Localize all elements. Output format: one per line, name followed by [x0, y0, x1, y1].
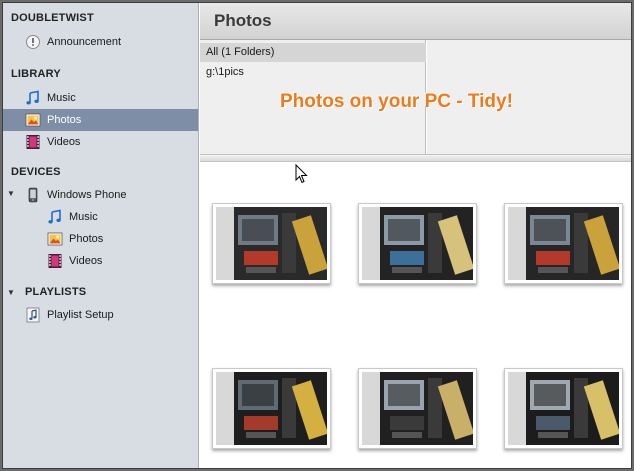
sidebar-item-windows-phone[interactable]: Windows Phone — [3, 184, 198, 206]
photo-image — [508, 207, 619, 280]
mouse-cursor-icon — [295, 164, 308, 184]
doubletwist-window: DOUBLETWIST Announcement LIBRARY Music P… — [2, 2, 632, 469]
page-title: Photos — [214, 11, 272, 30]
thumbnail-grid — [200, 163, 631, 468]
section-devices: DEVICES — [11, 166, 61, 178]
sidebar-item-label: Music — [69, 211, 98, 223]
triangle-down-icon[interactable]: ▼ — [7, 288, 17, 298]
photo-thumbnail[interactable] — [504, 203, 623, 284]
main-panel: Photos All (1 Folders) g:\1pics Photos o… — [200, 3, 631, 468]
playlist-icon — [26, 307, 40, 323]
sidebar-item-playlist-setup[interactable]: Playlist Setup — [3, 304, 198, 326]
sidebar-item-label: Windows Phone — [47, 189, 127, 201]
section-doubletwist: DOUBLETWIST — [11, 12, 94, 24]
photo-image — [362, 207, 473, 280]
sidebar-item-announcement[interactable]: Announcement — [3, 31, 198, 53]
film-strip-icon — [26, 135, 40, 149]
sidebar-item-label: Photos — [47, 114, 82, 126]
photo-thumbnail[interactable] — [358, 203, 477, 284]
sidebar-item-videos[interactable]: Videos — [3, 131, 198, 153]
section-playlists: PLAYLISTS — [25, 286, 87, 298]
photo-image — [216, 372, 327, 445]
film-strip-icon — [48, 254, 62, 268]
sidebar: DOUBLETWIST Announcement LIBRARY Music P… — [3, 3, 199, 468]
sidebar-item-photos[interactable]: Photos — [3, 109, 198, 131]
photo-icon — [47, 232, 63, 246]
photo-thumbnail[interactable] — [212, 368, 331, 449]
folder-row-all[interactable]: All (1 Folders) — [200, 43, 426, 62]
sidebar-item-device-photos[interactable]: Photos — [3, 228, 198, 250]
phone-icon — [28, 187, 38, 203]
photo-image — [508, 372, 619, 445]
sidebar-item-label: Videos — [47, 136, 81, 148]
photo-icon — [25, 113, 41, 127]
section-library: LIBRARY — [11, 68, 61, 80]
sidebar-item-device-music[interactable]: Music — [3, 206, 198, 228]
photo-thumbnail[interactable] — [212, 203, 331, 284]
photo-image — [216, 207, 327, 280]
title-bar: Photos — [200, 3, 631, 40]
folder-row-path[interactable]: g:\1pics — [200, 63, 426, 82]
sidebar-item-label: Videos — [69, 255, 103, 267]
pane-splitter[interactable] — [200, 154, 631, 162]
sidebar-item-label: Music — [47, 92, 76, 104]
photo-thumbnail[interactable] — [358, 368, 477, 449]
sidebar-item-label: Announcement — [47, 36, 121, 48]
music-note-icon — [26, 90, 39, 105]
sidebar-item-music[interactable]: Music — [3, 87, 198, 109]
sidebar-item-label: Photos — [69, 233, 104, 245]
exclamation-circle-icon — [26, 35, 40, 49]
sidebar-item-label: Playlist Setup — [47, 309, 114, 321]
photo-image — [362, 372, 473, 445]
sidebar-item-device-videos[interactable]: Videos — [3, 250, 198, 272]
photo-thumbnail[interactable] — [504, 368, 623, 449]
overlay-caption: Photos on your PC - Tidy! — [280, 91, 513, 112]
music-note-icon — [48, 209, 61, 224]
